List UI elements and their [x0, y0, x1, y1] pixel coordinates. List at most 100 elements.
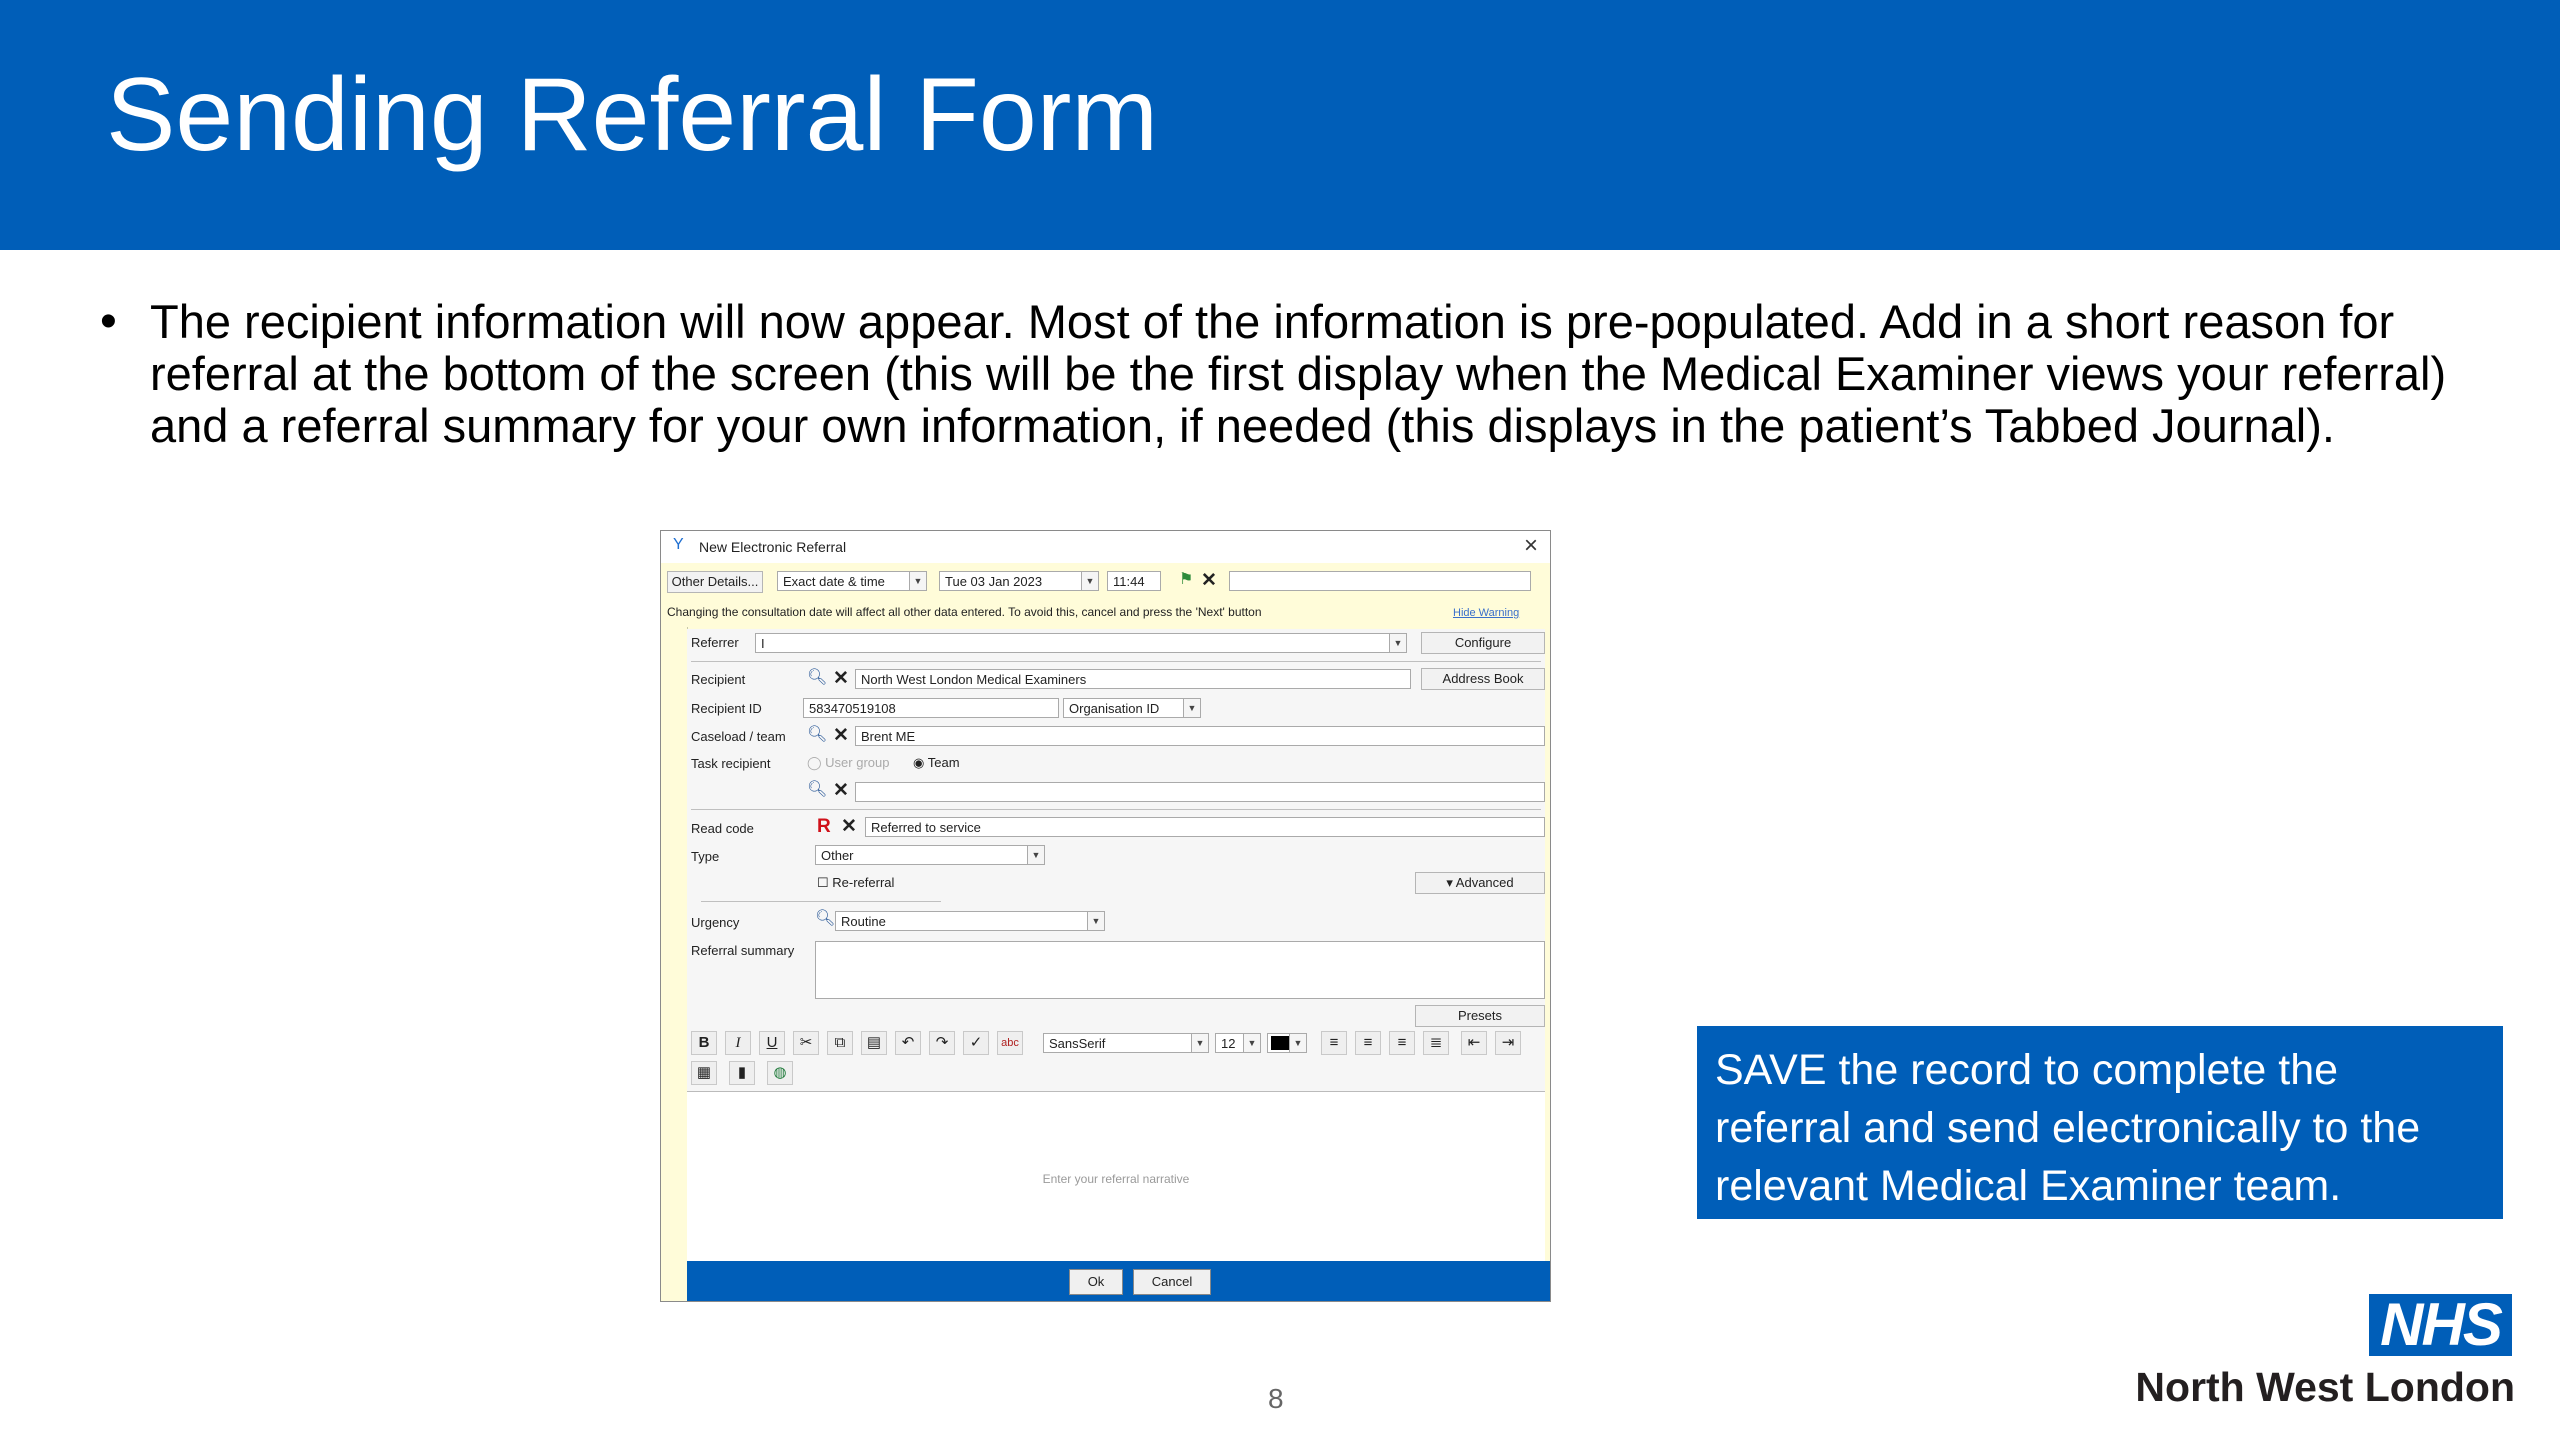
font-size-select[interactable]: 12 ▼: [1215, 1033, 1261, 1053]
urgency-label: Urgency: [691, 915, 740, 930]
font-size-value: 12: [1221, 1036, 1236, 1051]
time-field[interactable]: 11:44: [1107, 571, 1161, 591]
read-code-label: Read code: [691, 821, 754, 836]
referral-narrative-field[interactable]: Enter your referral narrative: [687, 1091, 1545, 1270]
outdent-icon[interactable]: ⇤: [1461, 1031, 1487, 1055]
recipient-id-field[interactable]: 583470519108: [803, 698, 1059, 718]
cancel-button[interactable]: Cancel: [1133, 1269, 1211, 1295]
search-icon[interactable]: 🔍︎: [807, 726, 827, 744]
save-callout: SAVE the record to complete the referral…: [1697, 1026, 2503, 1219]
referral-summary-field[interactable]: [815, 941, 1545, 999]
align-right-icon[interactable]: ≡: [1389, 1031, 1415, 1055]
chevron-down-icon: ▼: [1027, 846, 1044, 864]
chevron-down-icon: ▼: [1243, 1034, 1260, 1052]
org-name: North West London: [2135, 1364, 2515, 1410]
urgency-select[interactable]: Routine ▼: [835, 911, 1105, 931]
date-field[interactable]: Tue 03 Jan 2023 ▼: [939, 571, 1099, 591]
caseload-field[interactable]: Brent ME: [855, 726, 1545, 746]
date-mode-value: Exact date & time: [783, 574, 885, 589]
undo-icon[interactable]: ↶: [895, 1031, 921, 1055]
search-icon[interactable]: 🔍︎: [807, 669, 827, 687]
nhs-logo: NHS: [2369, 1294, 2512, 1356]
ok-button[interactable]: Ok: [1069, 1269, 1123, 1295]
recipient-field[interactable]: North West London Medical Examiners: [855, 669, 1411, 689]
cut-icon[interactable]: ✂: [793, 1031, 819, 1055]
referrer-label: Referrer: [691, 635, 739, 650]
chevron-down-icon: ▼: [1081, 572, 1098, 590]
close-icon[interactable]: ×: [1524, 533, 1538, 559]
re-referral-checkbox[interactable]: ☐ Re-referral: [817, 875, 894, 891]
italic-icon[interactable]: I: [725, 1031, 751, 1055]
dialog-titlebar: Y New Electronic Referral ×: [661, 531, 1550, 563]
header-extra-field[interactable]: [1229, 571, 1531, 591]
radio-user-group-label: User group: [825, 755, 890, 770]
divider: [691, 661, 1541, 662]
strike-icon[interactable]: abc: [997, 1031, 1023, 1055]
globe-icon[interactable]: ◍: [767, 1061, 793, 1085]
justify-icon[interactable]: ≣: [1423, 1031, 1449, 1055]
chevron-down-icon: ▼: [1183, 699, 1200, 717]
font-select[interactable]: SansSerif ▼: [1043, 1033, 1209, 1053]
read-code-r-icon[interactable]: R: [817, 817, 831, 836]
align-left-icon[interactable]: ≡: [1321, 1031, 1347, 1055]
redo-icon[interactable]: ↷: [929, 1031, 955, 1055]
re-referral-label: Re-referral: [832, 875, 895, 890]
date-mode-select[interactable]: Exact date & time ▼: [777, 571, 927, 591]
clear-icon[interactable]: ✕: [833, 726, 849, 745]
table-icon[interactable]: ▦: [691, 1061, 717, 1085]
task-recipient-field[interactable]: [855, 782, 1545, 802]
urgency-value: Routine: [841, 914, 886, 929]
flag-icon[interactable]: ⚑: [1179, 571, 1193, 589]
chevron-down-icon: ▼: [1289, 1034, 1306, 1052]
spellcheck-icon[interactable]: ✓: [963, 1031, 989, 1055]
clear-icon[interactable]: ✕: [833, 669, 849, 688]
advanced-label: Advanced: [1455, 875, 1514, 890]
clear-icon[interactable]: ✕: [1201, 571, 1217, 590]
left-strip: [661, 627, 688, 1267]
read-code-field[interactable]: Referred to service: [865, 817, 1545, 837]
type-label: Type: [691, 849, 720, 864]
referrer-select[interactable]: I ▼: [755, 633, 1407, 653]
chevron-down-icon: ▼: [1389, 634, 1406, 652]
bullet-text: The recipient information will now appea…: [150, 295, 2447, 452]
narrative-placeholder: Enter your referral narrative: [1042, 1172, 1190, 1186]
recipient-label: Recipient: [691, 672, 746, 687]
presets-button[interactable]: Presets: [1415, 1005, 1545, 1027]
date-warning: Changing the consultation date will affe…: [667, 605, 1262, 619]
configure-button[interactable]: Configure: [1421, 632, 1545, 654]
dialog-title: New Electronic Referral: [699, 539, 847, 555]
id-type-value: Organisation ID: [1069, 701, 1160, 716]
referral-dialog: Y New Electronic Referral × Other Detail…: [660, 530, 1551, 1302]
bold-icon[interactable]: B: [691, 1031, 717, 1055]
recipient-id-label: Recipient ID: [691, 701, 762, 716]
align-center-icon[interactable]: ≡: [1355, 1031, 1381, 1055]
referral-icon: Y: [673, 536, 684, 553]
other-details-button[interactable]: Other Details...: [667, 571, 763, 593]
indent-icon[interactable]: ⇥: [1495, 1031, 1521, 1055]
address-book-button[interactable]: Address Book: [1421, 668, 1545, 690]
radio-user-group[interactable]: ◯ User group: [807, 755, 889, 771]
divider: [701, 901, 941, 902]
task-recipient-label: Task recipient: [691, 756, 771, 771]
search-icon[interactable]: 🔍︎: [807, 781, 827, 799]
radio-team-label: Team: [927, 755, 960, 770]
dialog-footer: Ok Cancel: [687, 1261, 1550, 1301]
page-number: 8: [1268, 1383, 1284, 1414]
search-icon[interactable]: 🔍︎: [815, 910, 835, 928]
underline-icon[interactable]: U: [759, 1031, 785, 1055]
font-value: SansSerif: [1049, 1036, 1106, 1051]
id-type-select[interactable]: Organisation ID ▼: [1063, 698, 1201, 718]
clear-icon[interactable]: ✕: [841, 817, 857, 836]
copy-icon[interactable]: ⧉: [827, 1031, 853, 1055]
bottle-icon[interactable]: ▮: [729, 1061, 755, 1085]
clear-icon[interactable]: ✕: [833, 781, 849, 800]
title-banner: Sending Referral Form: [0, 0, 2560, 250]
hide-warning-link[interactable]: Hide Warning: [1453, 607, 1519, 619]
referral-summary-label: Referral summary: [691, 943, 795, 958]
chevron-down-icon: ▼: [1191, 1034, 1208, 1052]
radio-team[interactable]: ◉ Team: [913, 755, 960, 771]
advanced-button[interactable]: ▾ Advanced: [1415, 872, 1545, 894]
type-select[interactable]: Other ▼: [815, 845, 1045, 865]
font-color-select[interactable]: ▼: [1267, 1033, 1307, 1053]
paste-icon[interactable]: ▤: [861, 1031, 887, 1055]
